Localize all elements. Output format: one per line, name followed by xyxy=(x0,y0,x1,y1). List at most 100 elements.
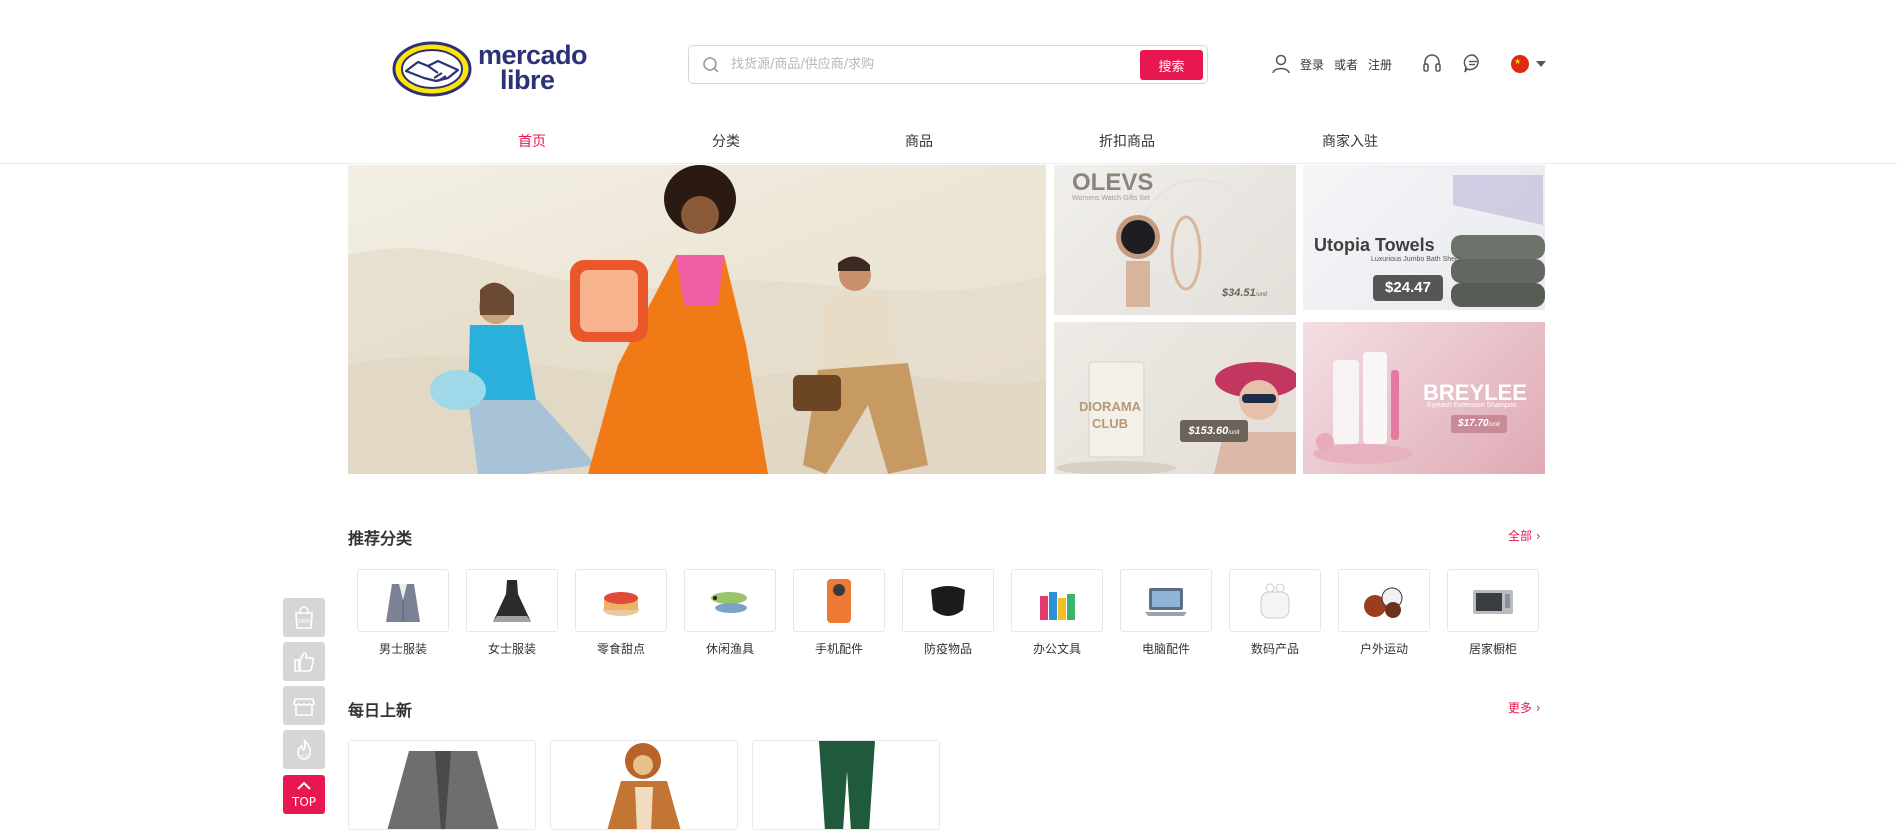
category-image xyxy=(793,569,885,632)
hot-badge-text: HOT xyxy=(300,753,309,758)
fashion-models-image xyxy=(348,165,1046,474)
utopia-price: $24.47 xyxy=(1373,275,1443,301)
nav-products[interactable]: 商品 xyxy=(905,131,933,151)
category-image xyxy=(357,569,449,632)
diorama-line1: DIORAMA xyxy=(1078,399,1142,414)
login-link[interactable]: 登录 xyxy=(1300,56,1324,73)
category-item[interactable]: 居家橱柜 xyxy=(1447,569,1539,657)
new-badge-text: NEW xyxy=(298,619,310,625)
recommended-categories-title: 推荐分类 xyxy=(348,529,413,548)
cake-icon xyxy=(603,591,639,616)
nav-home[interactable]: 首页 xyxy=(518,131,546,151)
balls-icon xyxy=(1364,587,1403,618)
category-item[interactable]: 办公文具 xyxy=(1011,569,1103,657)
laptop-icon xyxy=(1145,587,1187,616)
search-button[interactable]: 搜索 xyxy=(1140,50,1203,80)
message-icon[interactable] xyxy=(1462,52,1484,74)
category-item[interactable]: 手机配件 xyxy=(793,569,885,657)
category-image xyxy=(902,569,994,632)
product-card[interactable] xyxy=(752,740,940,830)
search-input[interactable] xyxy=(731,52,1111,77)
breylee-price-unit: /unit xyxy=(1488,422,1500,428)
product-card[interactable] xyxy=(348,740,536,830)
logo-line2: libre xyxy=(500,65,555,95)
chevron-up-icon xyxy=(297,781,311,790)
more-daily-link[interactable]: 更多 › xyxy=(1508,699,1541,716)
category-image xyxy=(575,569,667,632)
store-float-button[interactable] xyxy=(283,686,325,725)
daily-new-title: 每日上新 xyxy=(348,701,413,720)
recommended-float-button[interactable] xyxy=(283,642,325,681)
diorama-title: DIORAMA CLUB xyxy=(1078,398,1142,432)
new-bag-icon: NEW xyxy=(295,605,313,629)
category-label: 居家橱柜 xyxy=(1468,642,1517,656)
breylee-subtitle: Eyelash Extension Shampoo xyxy=(1427,402,1517,409)
handshake-logo-icon xyxy=(392,41,472,97)
category-label: 办公文具 xyxy=(1032,642,1081,656)
all-categories-link[interactable]: 全部 › xyxy=(1508,527,1541,544)
user-icon[interactable] xyxy=(1270,53,1292,75)
category-image xyxy=(1120,569,1212,632)
category-image xyxy=(1011,569,1103,632)
category-image xyxy=(1229,569,1321,632)
olevs-banner[interactable]: OLEVS Womens Watch Gifts Set $34.51/unit xyxy=(1054,165,1296,315)
logo-text: mercado libre xyxy=(478,42,588,95)
category-image xyxy=(1447,569,1539,632)
utopia-subtitle: Luxurious Jumbo Bath Sheet xyxy=(1371,256,1461,263)
lion-costume-image xyxy=(607,743,681,829)
category-label: 电脑配件 xyxy=(1141,642,1190,656)
diorama-line2: CLUB xyxy=(1091,416,1129,431)
diorama-price-value: $153.60 xyxy=(1188,425,1229,437)
category-label: 手机配件 xyxy=(814,642,863,656)
utopia-towels-banner[interactable]: Utopia Towels Luxurious Jumbo Bath Sheet… xyxy=(1303,165,1545,310)
china-flag-icon[interactable]: ★ xyxy=(1511,55,1529,73)
category-item[interactable]: 零食甜点 xyxy=(575,569,667,657)
category-item[interactable]: 电脑配件 xyxy=(1120,569,1212,657)
category-item[interactable]: 女士服装 xyxy=(466,569,558,657)
search-icon xyxy=(703,57,719,73)
nav-merchant-join[interactable]: 商家入驻 xyxy=(1322,131,1378,151)
store-icon xyxy=(293,697,315,716)
breylee-banner[interactable]: BREYLEE Eyelash Extension Shampoo $17.70… xyxy=(1303,322,1545,474)
earbuds-icon xyxy=(1260,583,1290,618)
category-item[interactable]: 防疫物品 xyxy=(902,569,994,657)
diorama-price-unit: /unit xyxy=(1228,430,1240,436)
category-label: 数码产品 xyxy=(1250,642,1299,656)
category-image xyxy=(684,569,776,632)
green-leggings-image xyxy=(819,741,875,829)
nav-discount-products[interactable]: 折扣商品 xyxy=(1099,131,1155,151)
olevs-price-unit: /unit xyxy=(1255,292,1267,298)
category-item[interactable]: 休闲渔具 xyxy=(684,569,776,657)
category-image xyxy=(466,569,558,632)
category-item[interactable]: 男士服装 xyxy=(357,569,449,657)
category-item[interactable]: 数码产品 xyxy=(1229,569,1321,657)
all-categories-label: 全部 xyxy=(1508,529,1533,543)
new-arrivals-float-button[interactable]: NEW xyxy=(283,598,325,637)
register-link[interactable]: 注册 xyxy=(1368,56,1392,73)
or-text: 或者 xyxy=(1334,57,1359,72)
language-dropdown-caret-icon[interactable] xyxy=(1536,61,1546,67)
diorama-club-banner[interactable]: DIORAMA CLUB $153.60/unit xyxy=(1054,322,1296,474)
category-label: 零食甜点 xyxy=(596,642,645,656)
chevron-right-icon: › xyxy=(1535,529,1541,543)
category-item[interactable]: 户外运动 xyxy=(1338,569,1430,657)
top-label: TOP xyxy=(291,795,316,809)
breylee-price-value: $17.70 xyxy=(1458,418,1489,429)
category-label: 女士服装 xyxy=(487,642,536,656)
cardigan-image xyxy=(387,751,499,829)
hot-float-button[interactable]: HOT xyxy=(283,730,325,769)
back-to-top-button[interactable]: TOP xyxy=(283,775,325,814)
headset-icon[interactable] xyxy=(1421,52,1443,74)
fishing-lure-icon xyxy=(711,591,747,613)
olevs-price: $34.51/unit xyxy=(1222,287,1267,299)
dress-icon xyxy=(493,579,531,622)
more-daily-label: 更多 xyxy=(1508,701,1533,715)
site-header: mercado libre 搜索 登录 或者 注册 ★ 首页 分类 商品 折扣商… xyxy=(0,0,1897,164)
product-card[interactable] xyxy=(550,740,738,830)
category-label: 防疫物品 xyxy=(923,642,972,656)
mercado-libre-logo[interactable]: mercado libre xyxy=(392,40,594,98)
hero-banner[interactable] xyxy=(348,165,1046,474)
breylee-price: $17.70/unit xyxy=(1451,415,1507,433)
stationery-icon xyxy=(1040,591,1075,620)
nav-categories[interactable]: 分类 xyxy=(712,131,740,151)
